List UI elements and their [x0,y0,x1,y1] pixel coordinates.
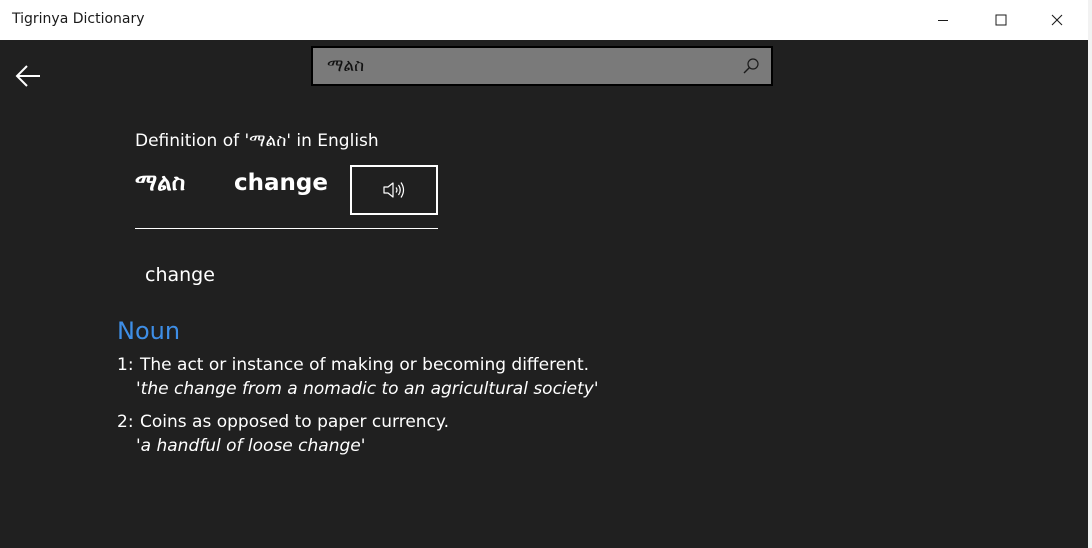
window-border [1088,0,1092,548]
headword-tigrinya: ማልስ [135,170,186,196]
search-input[interactable] [313,48,723,84]
app-title: Tigrinya Dictionary [12,11,145,27]
definition-number: 1: [117,355,134,375]
maximize-icon [995,14,1007,26]
search-icon [743,58,759,74]
translation-text: change [145,264,215,286]
divider [135,228,438,229]
definition-number: 2: [117,412,134,432]
search-box [311,46,773,86]
definition-example: 'a handful of loose change' [136,436,366,456]
definition-example: 'the change from a nomadic to an agricul… [136,379,599,399]
close-button[interactable] [1034,0,1080,40]
minimize-button[interactable] [920,0,966,40]
pronounce-button[interactable] [350,165,438,215]
part-of-speech-label: Noun [117,317,181,345]
speaker-icon [383,182,405,198]
definition-heading: Definition of 'ማልስ' in English [135,131,379,151]
app-window: Tigrinya Dictionary ማልስ Definition of 'ማ… [0,0,1092,548]
definition-text: Coins as opposed to paper currency. [140,412,449,432]
minimize-icon [938,20,948,21]
headword-english: change [234,170,328,196]
back-arrow-icon [15,65,40,87]
close-icon [1051,14,1063,26]
back-button[interactable] [8,58,48,94]
search-button[interactable] [741,56,761,76]
title-bar: Tigrinya Dictionary [0,0,1088,40]
definition-text: The act or instance of making or becomin… [140,355,590,375]
maximize-button[interactable] [978,0,1024,40]
